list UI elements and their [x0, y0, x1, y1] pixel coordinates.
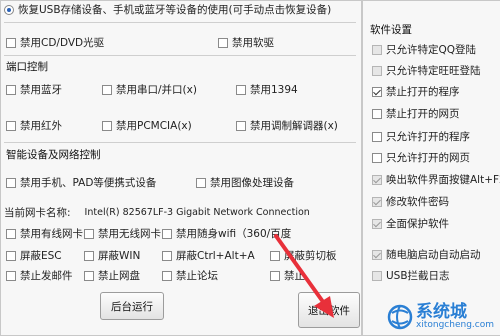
watermark-brand: 系统城 [416, 302, 468, 322]
globe-logo-icon [387, 304, 413, 330]
watermark-url: xitongcheng.com [416, 320, 494, 330]
annotation-arrow-icon [274, 234, 334, 318]
watermark: 系统城 xitongcheng.com [387, 304, 494, 330]
